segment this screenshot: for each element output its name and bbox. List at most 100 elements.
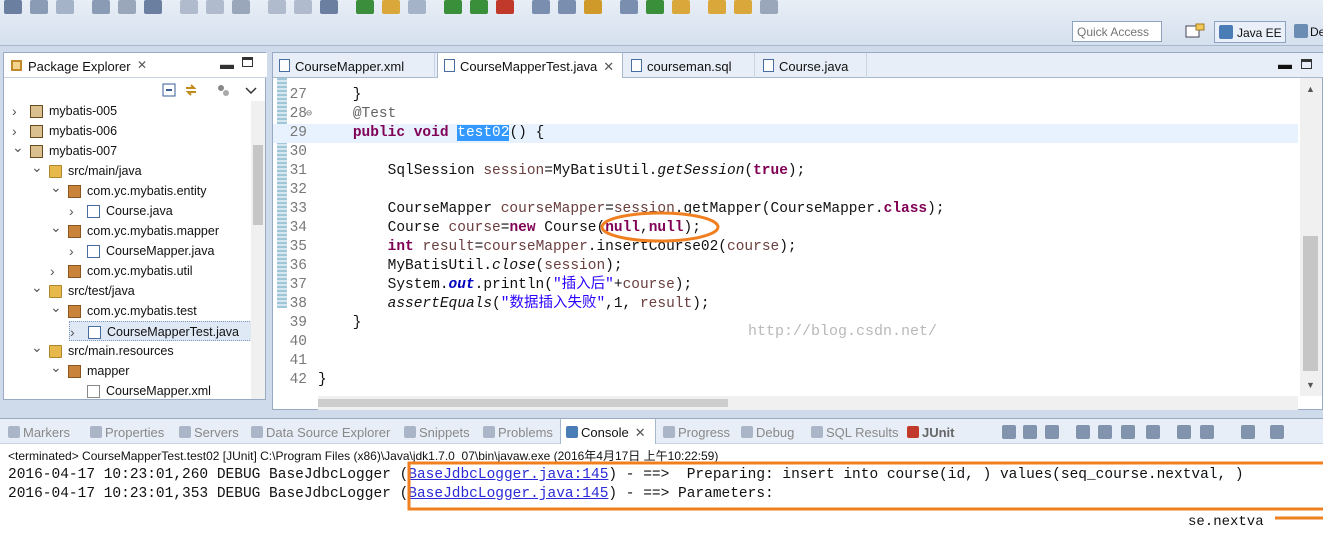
expanded-chevron-icon[interactable]: ⌄	[31, 157, 43, 177]
editor-vertical-scrollbar[interactable]: ▲ ▼	[1300, 78, 1322, 396]
console-source-link[interactable]: BaseJdbcLogger.java:145	[408, 486, 608, 502]
collapsed-chevron-icon[interactable]: ›	[69, 201, 81, 221]
tree-item[interactable]: › CourseMapperTest.java	[69, 321, 254, 341]
minimize-icon[interactable]: ▬	[1278, 56, 1292, 72]
toolbar-button-icon[interactable]	[382, 0, 400, 14]
expanded-chevron-icon[interactable]: ⌄	[50, 297, 62, 317]
open-perspective-icon[interactable]	[1184, 23, 1206, 41]
expanded-chevron-icon[interactable]: ⌄	[50, 177, 62, 197]
collapsed-chevron-icon[interactable]: ›	[69, 241, 81, 261]
tab-course-mapper-test-java[interactable]: CourseMapperTest.java ✕	[437, 53, 623, 78]
toolbar-button-icon[interactable]	[30, 0, 48, 14]
expanded-chevron-icon[interactable]: ⌄	[31, 337, 43, 357]
expanded-chevron-icon[interactable]: ⌄	[50, 357, 62, 377]
toolbar-button-icon[interactable]	[408, 0, 426, 14]
new-console-icon[interactable]	[1241, 425, 1255, 439]
scrollbar-thumb[interactable]	[318, 399, 728, 407]
view-menu-icon[interactable]	[244, 83, 258, 97]
focus-icon[interactable]	[216, 83, 230, 97]
collapsed-chevron-icon[interactable]: ›	[12, 101, 24, 121]
remove-all-icon[interactable]	[1045, 425, 1059, 439]
tab-courseman-sql[interactable]: courseman.sql	[625, 53, 755, 78]
close-icon[interactable]: ✕	[137, 58, 147, 72]
scroll-lock-icon[interactable]	[1098, 425, 1112, 439]
toolbar-button-icon[interactable]	[584, 0, 602, 14]
maximize-icon[interactable]	[1301, 59, 1312, 69]
clear-console-icon[interactable]	[1076, 425, 1090, 439]
terminate-icon[interactable]	[1002, 425, 1016, 439]
toolbar-button-icon[interactable]	[558, 0, 576, 14]
java-ee-perspective-button[interactable]: Java EE	[1214, 21, 1286, 43]
package-explorer-scrollbar[interactable]	[251, 101, 265, 399]
scroll-down-icon[interactable]: ▼	[1306, 380, 1315, 390]
toolbar-button-icon[interactable]	[444, 0, 462, 14]
toolbar-button-icon[interactable]	[232, 0, 250, 14]
tab-course-java[interactable]: Course.java	[757, 53, 867, 78]
link-with-editor-icon[interactable]	[184, 83, 198, 97]
tab-data-source-explorer[interactable]: Data Source Explorer	[246, 419, 390, 444]
display-console-icon[interactable]	[1177, 425, 1191, 439]
scrollbar-thumb[interactable]	[253, 145, 263, 225]
scroll-up-icon[interactable]: ▲	[1306, 84, 1315, 94]
toolbar-button-icon[interactable]	[672, 0, 690, 14]
code-text: MyBatisUtil.close(session);	[318, 258, 623, 274]
maximize-icon[interactable]	[242, 57, 253, 67]
toolbar-button-icon[interactable]	[56, 0, 74, 14]
tab-properties[interactable]: Properties	[85, 419, 164, 444]
tab-course-mapper-xml[interactable]: CourseMapper.xml	[273, 53, 435, 78]
tab-junit[interactable]: JUnit	[902, 419, 955, 444]
tab-problems[interactable]: Problems	[478, 419, 553, 444]
toolbar-button-icon[interactable]	[532, 0, 550, 14]
tab-debug[interactable]: Debug	[736, 419, 794, 444]
editor-horizontal-scrollbar[interactable]	[318, 396, 1298, 410]
toolbar-button-icon[interactable]	[496, 0, 514, 14]
toolbar-button-icon[interactable]	[646, 0, 664, 14]
toolbar-button-icon[interactable]	[734, 0, 752, 14]
scrollbar-thumb[interactable]	[1303, 236, 1318, 371]
toolbar-button-icon[interactable]	[92, 0, 110, 14]
debug-perspective-button[interactable]: De	[1292, 21, 1323, 43]
view-menu-icon[interactable]	[1270, 425, 1284, 439]
collapsed-chevron-icon[interactable]: ›	[50, 261, 62, 281]
close-icon[interactable]: ✕	[635, 425, 646, 440]
expanded-chevron-icon[interactable]: ⌄	[12, 137, 24, 157]
toolbar-button-icon[interactable]	[320, 0, 338, 14]
toolbar-button-icon[interactable]	[620, 0, 638, 14]
remove-launch-icon[interactable]	[1023, 425, 1037, 439]
package-explorer-tab[interactable]: Package Explorer ✕ ▬	[4, 53, 267, 78]
toolbar-button-icon[interactable]	[144, 0, 162, 14]
close-icon[interactable]: ✕	[603, 59, 614, 74]
tab-console[interactable]: Console ✕	[560, 419, 656, 444]
open-console-icon[interactable]	[1200, 425, 1214, 439]
toolbar-button-icon[interactable]	[206, 0, 224, 14]
expanded-chevron-icon[interactable]: ⌄	[31, 277, 43, 297]
toolbar-button-icon[interactable]	[118, 0, 136, 14]
toolbar-button-icon[interactable]	[708, 0, 726, 14]
minimize-icon[interactable]: ▬	[220, 56, 234, 72]
word-wrap-icon[interactable]	[1121, 425, 1135, 439]
tab-markers[interactable]: Markers	[3, 419, 70, 444]
console-source-link[interactable]: BaseJdbcLogger.java:145	[408, 467, 608, 483]
toolbar-button-icon[interactable]	[294, 0, 312, 14]
toolbar-button-icon[interactable]	[268, 0, 286, 14]
tab-progress[interactable]: Progress	[658, 419, 730, 444]
toolbar-button-icon[interactable]	[760, 0, 778, 14]
tab-sql-results[interactable]: SQL Results	[806, 419, 899, 444]
line-number: 36	[289, 258, 307, 274]
expanded-chevron-icon[interactable]: ⌄	[50, 217, 62, 237]
fold-toggle-icon[interactable]: ⊖	[306, 105, 312, 124]
problems-icon	[483, 426, 495, 438]
line-number: 28	[289, 106, 307, 122]
collapsed-chevron-icon[interactable]: ›	[70, 322, 82, 342]
toolbar-button-icon[interactable]	[356, 0, 374, 14]
line-number: 32	[289, 182, 307, 198]
code-editor[interactable]: 27 } 28 ⊖ @Test 29 public void test02() {30…	[273, 78, 1298, 396]
toolbar-button-icon[interactable]	[4, 0, 22, 14]
quick-access-input[interactable]	[1072, 21, 1162, 42]
tab-servers[interactable]: Servers	[174, 419, 239, 444]
toolbar-button-icon[interactable]	[180, 0, 198, 14]
tab-snippets[interactable]: Snippets	[399, 419, 470, 444]
toolbar-button-icon[interactable]	[470, 0, 488, 14]
pin-console-icon[interactable]	[1146, 425, 1160, 439]
collapse-all-icon[interactable]	[162, 83, 176, 97]
